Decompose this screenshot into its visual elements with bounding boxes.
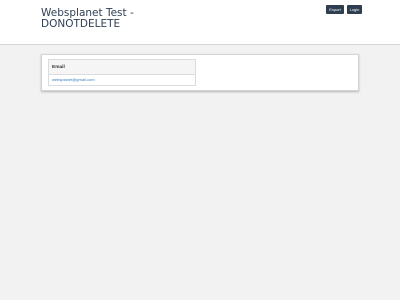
- email-cell[interactable]: websplanet@gmail.com: [52, 77, 95, 82]
- site-title: Websplanet Test - DONOTDELETE: [41, 7, 134, 30]
- content-panel: Email websplanet@gmail.com: [41, 54, 359, 91]
- export-button[interactable]: Export: [326, 5, 344, 14]
- column-header-email[interactable]: Email: [49, 60, 195, 75]
- site-header: Websplanet Test - DONOTDELETE Export Log…: [0, 0, 400, 45]
- login-button[interactable]: Login: [347, 5, 362, 14]
- data-table: Email websplanet@gmail.com: [48, 59, 196, 86]
- table-row: websplanet@gmail.com: [49, 75, 195, 85]
